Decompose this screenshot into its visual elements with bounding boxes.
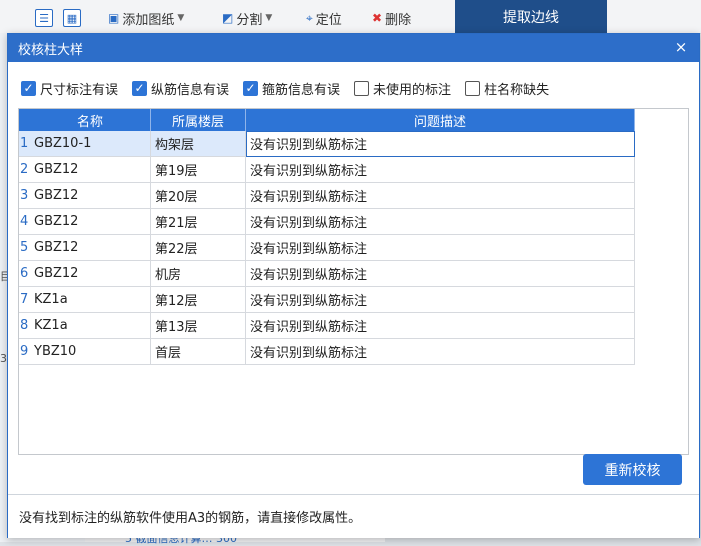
table-row[interactable]: 7 KZ1a 第12层 没有识别到纵筋标注	[19, 286, 635, 313]
chevron-down-icon: ▼	[265, 13, 273, 23]
chevron-down-icon: ▼	[177, 13, 185, 23]
filter-checkbox-row: ✓ 尺寸标注有误 ✓ 纵筋信息有误 ✓ 箍筋信息有误 未使用的标注 柱名称缺失	[21, 78, 563, 98]
cell-floor[interactable]: 机房	[150, 260, 246, 287]
split-icon: ◩	[222, 11, 234, 25]
cell-floor[interactable]: 第22层	[150, 234, 246, 261]
row-number: 5	[19, 234, 30, 261]
cell-description[interactable]: 没有识别到纵筋标注	[245, 260, 635, 287]
table-row[interactable]: 5 GBZ12 第22层 没有识别到纵筋标注	[19, 234, 635, 261]
cell-floor[interactable]: 第13层	[150, 312, 246, 339]
table-row[interactable]: 2 GBZ12 第19层 没有识别到纵筋标注	[19, 156, 635, 183]
cell-name[interactable]: GBZ12	[30, 182, 151, 209]
cell-description[interactable]: 没有识别到纵筋标注	[245, 286, 635, 313]
checkbox-unchecked-icon[interactable]	[354, 80, 370, 96]
split-tool[interactable]: ◩ 分割 ▼	[222, 10, 273, 28]
status-message: 没有找到标注的纵筋软件使用A3的钢筋，请直接修改属性。	[8, 494, 699, 538]
cell-name[interactable]: GBZ12	[30, 234, 151, 261]
filter-dimension-error[interactable]: ✓ 尺寸标注有误	[21, 79, 118, 98]
row-number: 4	[19, 208, 30, 235]
cell-floor[interactable]: 第21层	[150, 208, 246, 235]
table-row[interactable]: 8 KZ1a 第13层 没有识别到纵筋标注	[19, 312, 635, 339]
row-number-header	[19, 109, 30, 131]
cell-floor[interactable]: 第12层	[150, 286, 246, 313]
grid-view-icon[interactable]: ▦	[63, 9, 81, 27]
cell-description[interactable]: 没有识别到纵筋标注	[245, 312, 635, 339]
row-number: 8	[19, 312, 30, 339]
cell-description[interactable]: 没有识别到纵筋标注	[245, 156, 635, 183]
cell-name[interactable]: KZ1a	[30, 312, 151, 339]
cell-floor[interactable]: 构架层	[150, 131, 246, 157]
delete-tool[interactable]: ✖ 删除	[372, 10, 411, 28]
cell-floor[interactable]: 第20层	[150, 182, 246, 209]
cell-floor[interactable]: 首层	[150, 338, 246, 365]
cell-description[interactable]: 没有识别到纵筋标注	[245, 208, 635, 235]
background-toolbar: ☰ ▦ ▣ 添加图纸 ▼ ◩ 分割 ▼ ⌖ 定位 ✖ 删除 提取边线	[0, 0, 701, 34]
cell-name[interactable]: GBZ12	[30, 260, 151, 287]
locate-icon: ⌖	[306, 10, 313, 25]
table-header-row: 名称 所属楼层 问题描述	[19, 109, 635, 131]
cell-description[interactable]: 没有识别到纵筋标注	[245, 234, 635, 261]
table-row[interactable]: 6 GBZ12 机房 没有识别到纵筋标注	[19, 260, 635, 287]
filter-column-name-missing[interactable]: 柱名称缺失	[465, 79, 549, 98]
checkbox-unchecked-icon[interactable]	[465, 80, 481, 96]
checkbox-checked-icon[interactable]: ✓	[132, 80, 148, 96]
row-number: 9	[19, 338, 30, 365]
column-header-floor[interactable]: 所属楼层	[150, 109, 246, 131]
add-drawing-tool[interactable]: ▣ 添加图纸 ▼	[108, 10, 185, 28]
locate-tool[interactable]: ⌖ 定位	[306, 10, 342, 28]
issues-table-container[interactable]: 名称 所属楼层 问题描述 1 GBZ10-1 构架层 没有识别到纵筋标注 2 G…	[18, 108, 689, 455]
row-number: 7	[19, 286, 30, 313]
dialog-titlebar[interactable]: 校核柱大样 ×	[8, 34, 699, 62]
column-header-name[interactable]: 名称	[30, 109, 151, 131]
cell-floor[interactable]: 第19层	[150, 156, 246, 183]
cell-name[interactable]: YBZ10	[30, 338, 151, 365]
table-row[interactable]: 3 GBZ12 第20层 没有识别到纵筋标注	[19, 182, 635, 209]
cell-description[interactable]: 没有识别到纵筋标注	[245, 338, 635, 365]
cell-name[interactable]: GBZ12	[30, 156, 151, 183]
delete-icon: ✖	[372, 11, 383, 25]
list-view-icon[interactable]: ☰	[35, 9, 53, 27]
check-column-detail-dialog: 校核柱大样 × ✓ 尺寸标注有误 ✓ 纵筋信息有误 ✓ 箍筋信息有误 未使用的标…	[7, 33, 700, 538]
filter-stirrup-error[interactable]: ✓ 箍筋信息有误	[243, 79, 340, 98]
row-number: 1	[19, 131, 30, 157]
checkbox-checked-icon[interactable]: ✓	[243, 80, 259, 96]
row-number: 6	[19, 260, 30, 287]
row-number: 3	[19, 182, 30, 209]
cell-name[interactable]: GBZ10-1	[30, 131, 151, 157]
dialog-title: 校核柱大样	[18, 42, 84, 58]
checkbox-checked-icon[interactable]: ✓	[21, 80, 36, 96]
table-row[interactable]: 9 YBZ10 首层 没有识别到纵筋标注	[19, 338, 635, 365]
cell-description[interactable]: 没有识别到纵筋标注	[245, 131, 635, 157]
issues-table: 名称 所属楼层 问题描述 1 GBZ10-1 构架层 没有识别到纵筋标注 2 G…	[19, 109, 635, 365]
row-number: 2	[19, 156, 30, 183]
filter-unused-annotation[interactable]: 未使用的标注	[354, 79, 451, 98]
add-drawing-icon: ▣	[108, 11, 120, 25]
recheck-button[interactable]: 重新校核	[583, 454, 682, 485]
extract-edge-button[interactable]: 提取边线	[455, 0, 607, 33]
close-icon[interactable]: ×	[673, 39, 689, 55]
cell-name[interactable]: KZ1a	[30, 286, 151, 313]
status-text: 没有找到标注的纵筋软件使用A3的钢筋，请直接修改属性。	[19, 511, 362, 526]
column-header-description[interactable]: 问题描述	[245, 109, 635, 131]
table-row[interactable]: 4 GBZ12 第21层 没有识别到纵筋标注	[19, 208, 635, 235]
cell-name[interactable]: GBZ12	[30, 208, 151, 235]
table-row[interactable]: 1 GBZ10-1 构架层 没有识别到纵筋标注	[19, 131, 635, 157]
cell-description[interactable]: 没有识别到纵筋标注	[245, 182, 635, 209]
filter-longitudinal-rebar-error[interactable]: ✓ 纵筋信息有误	[132, 79, 229, 98]
